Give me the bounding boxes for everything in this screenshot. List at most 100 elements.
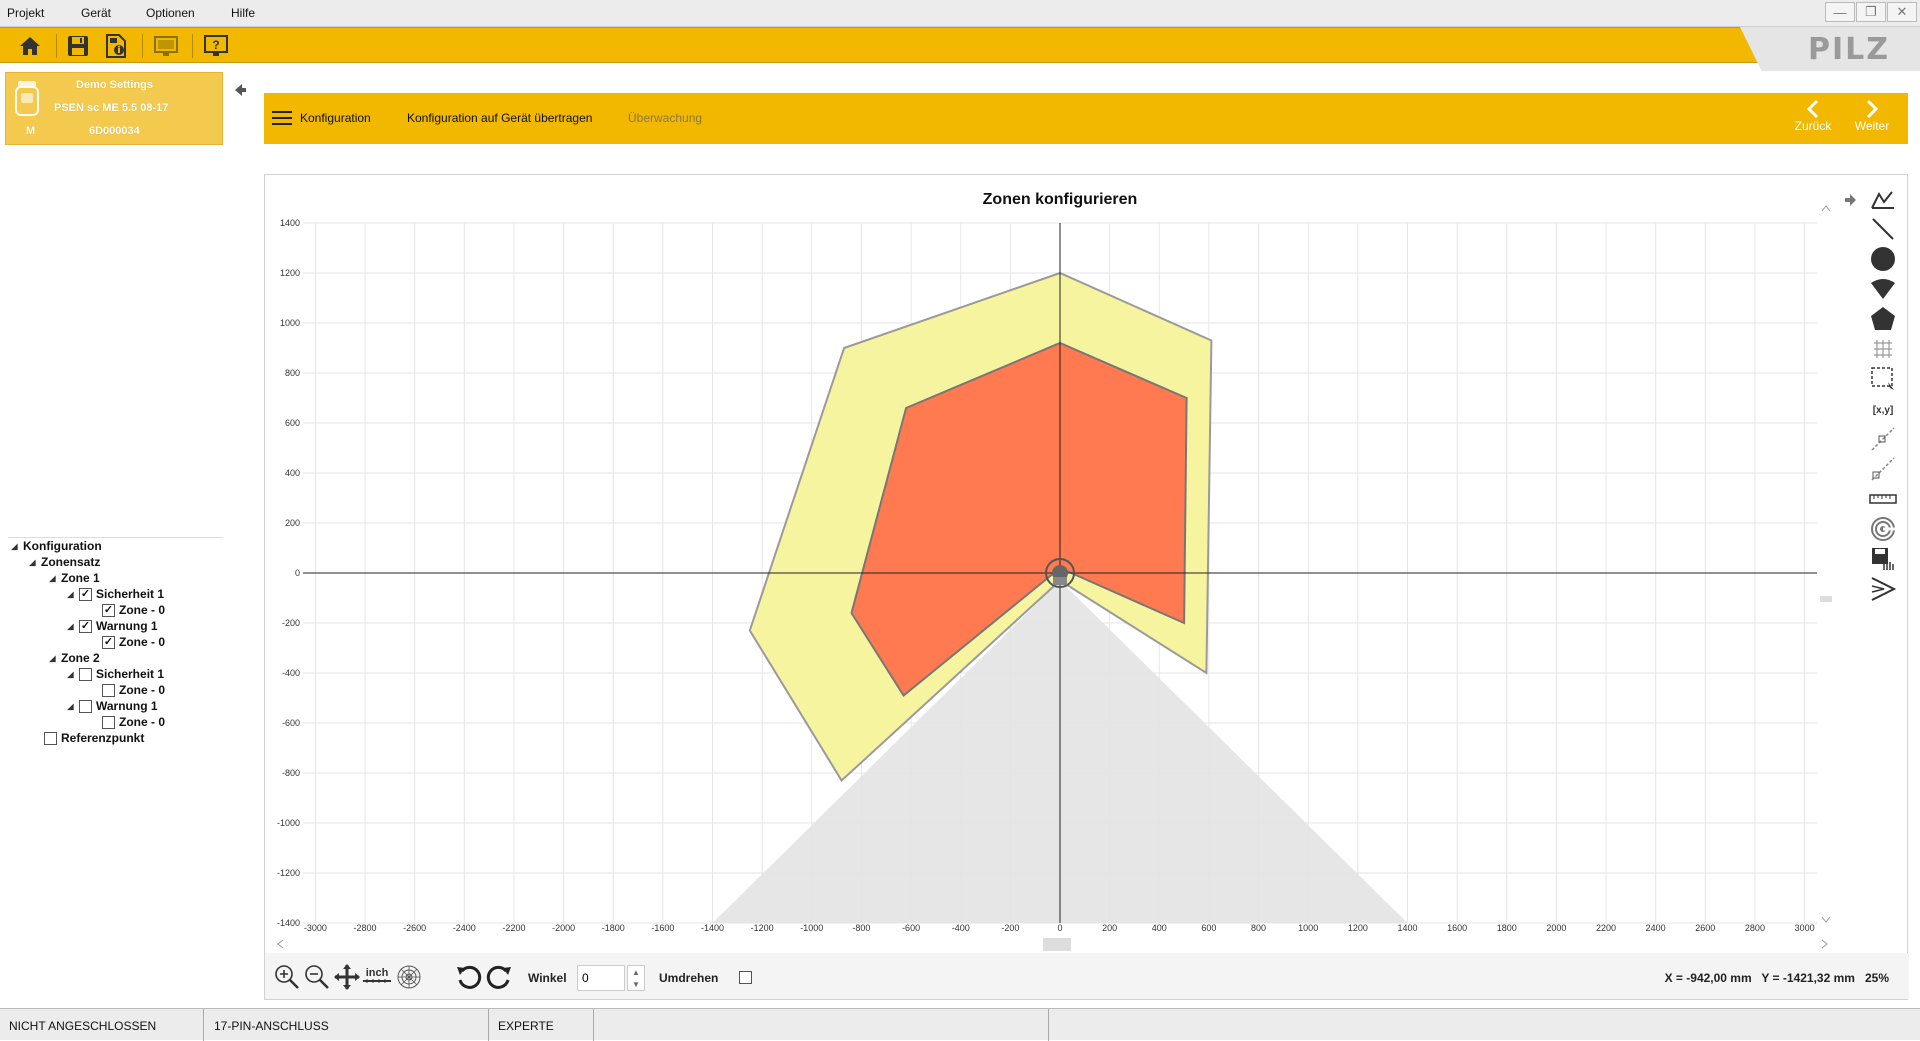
tree-node-z1-safety-zone[interactable]: ✓ Zone - 0	[102, 602, 165, 618]
polar-grid-icon[interactable]	[395, 963, 423, 991]
chevron-up-icon[interactable]: ▲	[632, 968, 640, 977]
chevron-down-icon[interactable]: ▼	[632, 980, 640, 989]
tree-node-z2-warning-zone[interactable]: Zone - 0	[102, 714, 165, 730]
tree-node-z1-warning[interactable]: ◢ ✓ Warnung 1	[66, 618, 157, 634]
checkbox[interactable]	[44, 731, 57, 745]
radar-icon[interactable]	[1868, 515, 1898, 543]
rotate-right-icon[interactable]	[485, 963, 513, 991]
polyline-draw-icon[interactable]	[1868, 185, 1898, 213]
x-tick-label: -200	[1001, 923, 1019, 933]
zoom-in-icon[interactable]	[273, 963, 301, 991]
expand-triangle-icon[interactable]: ◢	[28, 558, 37, 567]
status-separator	[488, 1009, 489, 1041]
tree-node-konfiguration[interactable]: ◢ Konfiguration	[10, 538, 101, 554]
checkbox[interactable]: ✓	[79, 619, 92, 633]
expand-triangle-icon[interactable]: ◢	[66, 702, 75, 711]
unit-toggle-icon[interactable]: inch	[361, 963, 393, 991]
expand-triangle-icon[interactable]: ◢	[10, 542, 19, 551]
device-name: Demo Settings	[76, 79, 154, 91]
svg-text:?: ?	[212, 38, 219, 52]
expand-tools-icon[interactable]	[1843, 193, 1857, 207]
tree-node-referenzpunkt[interactable]: Referenzpunkt	[44, 730, 144, 746]
tree-node-zone2[interactable]: ◢ Zone 2	[48, 650, 99, 666]
flip-checkbox[interactable]	[739, 971, 752, 984]
tree-node-z2-safety[interactable]: ◢ Sicherheit 1	[66, 666, 164, 682]
toolbar-separator	[142, 34, 143, 58]
horizontal-scrollbar[interactable]	[275, 937, 1830, 951]
select-rect-icon[interactable]	[1868, 365, 1898, 393]
x-tick-label: 3000	[1795, 923, 1815, 933]
save-icon[interactable]	[64, 32, 92, 60]
connection-status: NICHT ANGESCHLOSSEN	[9, 1019, 157, 1033]
checkbox[interactable]	[102, 683, 115, 697]
angle-stepper[interactable]: ▲ ▼	[627, 965, 645, 991]
close-button[interactable]: ✕	[1887, 2, 1917, 22]
x-tick-label: 400	[1152, 923, 1167, 933]
device-icon	[15, 81, 39, 116]
vertical-scrollbar[interactable]	[1819, 203, 1833, 925]
zoom-out-icon[interactable]	[303, 963, 331, 991]
expand-triangle-icon[interactable]: ◢	[66, 670, 75, 679]
collapse-panel-icon[interactable]	[232, 82, 248, 98]
next-button[interactable]: Weiter	[1847, 99, 1897, 139]
nav-konfiguration[interactable]: Konfiguration	[300, 111, 371, 125]
tree-node-zone1[interactable]: ◢ Zone 1	[48, 570, 99, 586]
minimize-button[interactable]: —	[1825, 2, 1855, 22]
monitor-icon[interactable]	[152, 32, 180, 60]
x-tick-label: -2800	[354, 923, 377, 933]
rotate-left-icon[interactable]	[455, 963, 483, 991]
tree-node-z1-safety[interactable]: ◢ ✓ Sicherheit 1	[66, 586, 164, 602]
checkbox[interactable]	[79, 699, 92, 713]
toolbar-separator	[56, 34, 57, 58]
y-tick-label: 600	[285, 418, 300, 428]
x-tick-label: 2000	[1546, 923, 1566, 933]
menu-hilfe[interactable]: Hilfe	[231, 6, 255, 20]
x-tick-label: -2000	[552, 923, 575, 933]
y-tick-label: -400	[282, 668, 300, 678]
back-button[interactable]: Zurück	[1788, 99, 1838, 139]
coordinates-icon[interactable]: [x,y]	[1868, 395, 1898, 423]
nav-transfer-config[interactable]: Konfiguration auf Gerät übertragen	[407, 111, 592, 125]
menu-geraet[interactable]: Gerät	[81, 6, 111, 20]
grid-snap-icon[interactable]	[1868, 335, 1898, 363]
sector-icon[interactable]	[1868, 275, 1898, 303]
menu-optionen[interactable]: Optionen	[146, 6, 195, 20]
y-tick-label: 400	[285, 468, 300, 478]
x-tick-label: 2800	[1745, 923, 1765, 933]
device-card[interactable]: Demo Settings PSEN sc ME 5.5 08-17 M 6D0…	[5, 72, 223, 145]
expand-triangle-icon[interactable]: ◢	[66, 590, 75, 599]
expand-triangle-icon[interactable]: ◢	[48, 654, 57, 663]
checkbox[interactable]: ✓	[102, 635, 115, 649]
checkbox[interactable]: ✓	[102, 603, 115, 617]
ruler-icon[interactable]	[1868, 485, 1898, 513]
pentagon-icon[interactable]	[1868, 305, 1898, 333]
edge-move-icon[interactable]	[1868, 455, 1898, 483]
checkbox[interactable]	[79, 667, 92, 681]
line-icon[interactable]	[1868, 215, 1898, 243]
circle-icon[interactable]	[1868, 245, 1898, 273]
save-zone-icon[interactable]	[1868, 545, 1898, 573]
tree-node-z2-warning[interactable]: ◢ Warnung 1	[66, 698, 157, 714]
save-info-icon[interactable]	[102, 32, 130, 60]
toolbar-separator	[192, 34, 193, 58]
home-icon[interactable]	[16, 32, 44, 60]
expand-triangle-icon[interactable]: ◢	[66, 622, 75, 631]
checkbox[interactable]	[102, 715, 115, 729]
mirror-icon[interactable]	[1868, 575, 1898, 603]
flip-label: Umdrehen	[659, 971, 719, 985]
pan-icon[interactable]	[333, 963, 361, 991]
tree-node-z2-safety-zone[interactable]: Zone - 0	[102, 682, 165, 698]
tree-node-z1-warning-zone[interactable]: ✓ Zone - 0	[102, 634, 165, 650]
y-tick-label: 1400	[280, 218, 300, 228]
tree-node-zonensatz[interactable]: ◢ Zonensatz	[28, 554, 100, 570]
menu-projekt[interactable]: Projekt	[7, 6, 44, 20]
help-monitor-icon[interactable]: ?	[202, 32, 230, 60]
edge-edit-icon[interactable]	[1868, 425, 1898, 453]
svg-text:[x,y]: [x,y]	[1873, 405, 1894, 416]
zone-plot[interactable]: -3000 -2800 -2600 -2400 -2200 -2000 -1800 -1600…	[265, 175, 1855, 945]
restore-button[interactable]: ❐	[1856, 2, 1886, 22]
checkbox[interactable]: ✓	[79, 587, 92, 601]
expand-triangle-icon[interactable]: ◢	[48, 574, 57, 583]
hamburger-menu-icon[interactable]	[272, 110, 292, 126]
angle-input[interactable]	[577, 965, 625, 991]
